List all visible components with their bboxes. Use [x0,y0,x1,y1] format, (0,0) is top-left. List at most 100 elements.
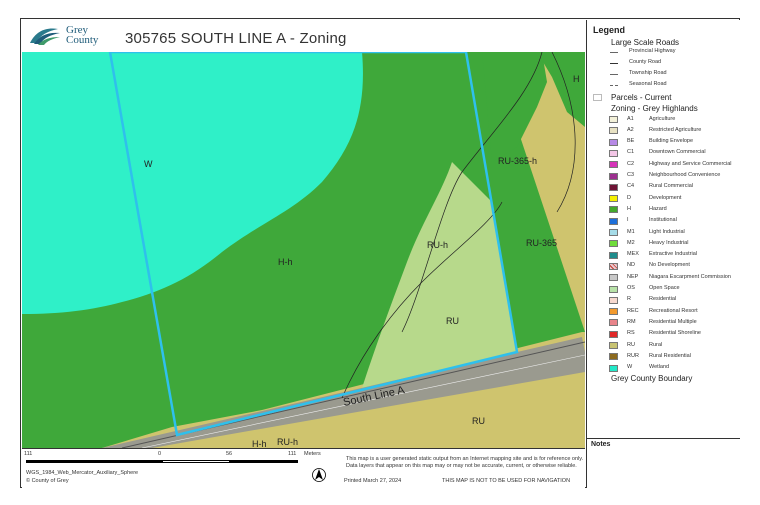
zone-swatch-w [609,364,618,372]
scale-label-zero: 0 [158,451,162,457]
zone-code: D [627,194,631,201]
zoning-map[interactable]: W H-h RU-h RU RU-365-h RU-365 RU H South… [22,52,585,448]
zone-code: C3 [627,172,635,178]
zone-label: Extractive Industrial [649,251,697,258]
legend-roads-heading: Large Scale Roads [611,38,680,47]
zone-code: M2 [627,239,635,246]
zone-code: RM [627,318,636,325]
zone-code: OS [627,285,635,291]
zone-label: Downtown Commercial [649,149,706,156]
zone-code: BE [627,138,635,145]
zone-label: Rural [649,341,663,348]
zone-label: Restricted Agriculture [649,126,702,133]
zone-swatch-a1 [609,116,618,123]
legend-title: Legend [593,25,626,35]
zone-label: Residential [649,296,677,303]
legend-road-label: County Road [629,59,662,65]
map-canvas: W H-h RU-h RU RU-365-h RU-365 RU H South… [22,52,585,448]
zone-code: W [627,364,633,371]
map-header: Grey County 305765 SOUTH LINE A - Zoning [22,20,585,53]
zone-swatch-rm [609,319,618,327]
zone-label: Light Industrial [649,228,685,235]
zone-label-ru365: RU-365 [526,238,557,248]
zone-swatch-d [609,195,618,203]
zone-code: REC [627,307,639,314]
parcel-swatch [593,94,602,101]
zone-swatch-r [609,296,618,304]
road-symbol [610,85,618,86]
notes-panel: Notes [586,438,740,488]
zone-label: Rural Residential [649,352,691,359]
zone-swatch-a2 [609,127,618,135]
scale-label-mid: 56 [226,451,233,457]
navigation-warning: THIS MAP IS NOT TO BE USED FOR NAVIGATIO… [442,478,571,484]
zone-swatch-m1 [609,229,618,236]
zone-label: Recreational Resort [649,307,698,314]
zone-swatch-nep [609,274,618,282]
legend-parcels-label: Parcels - Current [611,93,672,102]
road-symbol [610,52,618,53]
zone-code: RS [627,330,635,337]
zone-swatch-rur [609,353,618,361]
zone-label-ru: RU [446,316,459,326]
map-footer: 111 0 56 111 Meters WGS_1984_Web_Mercato… [22,448,585,488]
legend-panel: Legend Large Scale Roads Provincial High… [586,20,740,438]
zone-label: Residential Multiple [649,318,697,325]
zone-label: Highway and Service Commercial [649,160,732,167]
zone-swatch-c3 [609,172,618,180]
zone-code: H [627,205,631,212]
legend-road-label: Seasonal Road [629,81,667,87]
zone-code: MEX [627,251,639,258]
zone-label: Rural Commercial [649,183,694,190]
zone-swatch-nd [609,262,618,270]
scale-bar [26,460,298,463]
zone-label-bottom-hh: H-h [252,439,267,448]
copyright-text: © County of Grey [26,478,69,484]
zone-label: Residential Shoreline [649,330,701,337]
scale-unit: Meters [304,451,321,457]
zone-label-h: H [573,74,580,84]
zone-label: Open Space [649,285,680,291]
zone-label: Wetland [649,364,670,371]
road-symbol [610,74,618,75]
zone-code: RU [627,341,635,348]
zone-code: R [627,296,631,303]
zone-code: C4 [627,183,635,190]
zone-swatch-c2 [609,161,618,169]
projection-text: WGS_1984_Web_Mercator_Auxiliary_Sphere [26,470,139,476]
logo-text: Grey County [66,25,99,46]
zone-swatch-ru [609,342,618,349]
grey-county-logo: Grey County [28,23,118,49]
zone-code: A1 [627,115,634,122]
zone-code: I [627,217,629,224]
zone-code: NEP [627,273,639,280]
zone-label: Neighbourhood Convenience [649,172,721,178]
zone-code: ND [627,262,635,269]
zone-label-ru-south: RU [472,416,485,426]
logo-swoosh-icon [30,28,60,45]
zone-label: Hazard [649,205,667,212]
logo-text-line: County [66,34,99,46]
zone-swatch-rec [609,308,618,316]
zone-code: A2 [627,126,634,133]
legend-road-label: Provincial Highway [629,48,676,54]
zone-label: Development [649,194,682,201]
legend-road-label: Township Road [629,70,667,76]
zone-code: M1 [627,228,635,235]
zone-swatch-c1 [609,149,618,157]
zone-swatch-os [609,285,618,293]
scale-label-left: 111 [24,451,33,457]
notes-title: Notes [591,441,611,448]
zone-label: Niagara Escarpment Commission [649,273,731,280]
zone-code: C1 [627,149,635,156]
zone-swatch-c4 [609,183,618,191]
legend-boundary-label: Grey County Boundary [611,374,693,383]
disclaimer-text: This map is a user generated static outp… [346,456,584,469]
zone-label: Building Envelope [649,138,694,145]
zone-label: Agriculture [649,115,676,122]
zone-swatch-h [609,206,618,214]
scale-label-right: 111 [288,451,297,457]
zone-code: C2 [627,160,635,167]
map-title: 305765 SOUTH LINE A - Zoning [125,30,347,47]
zone-label-w: W [144,159,153,169]
